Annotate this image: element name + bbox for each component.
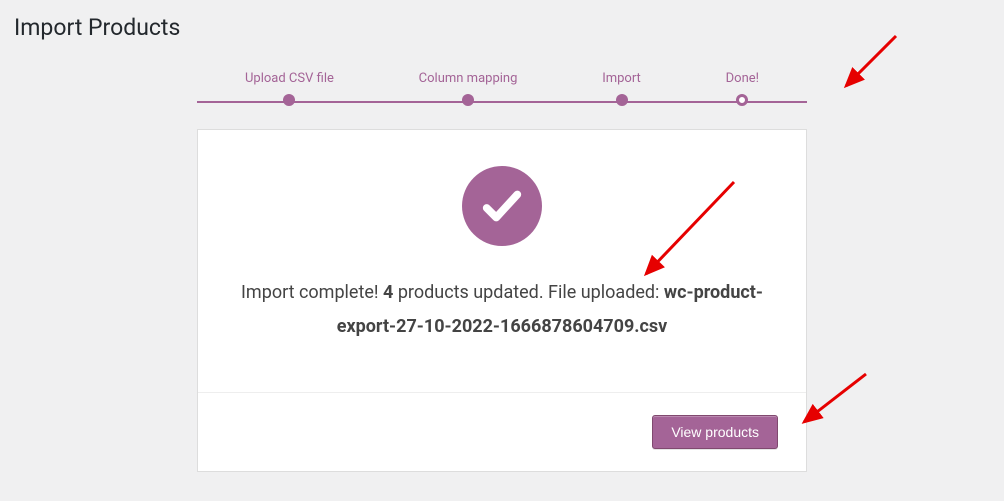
step-dot bbox=[462, 94, 474, 106]
card-footer: View products bbox=[198, 392, 806, 471]
step-dot bbox=[283, 94, 295, 106]
updated-count: 4 bbox=[383, 282, 393, 303]
step-label: Upload CSV file bbox=[245, 71, 334, 86]
step-done: Done! bbox=[726, 71, 759, 106]
card-body: Import complete! 4 products updated. Fil… bbox=[198, 130, 806, 392]
import-result-message: Import complete! 4 products updated. Fil… bbox=[228, 276, 776, 344]
message-prefix: Import complete! bbox=[241, 282, 383, 303]
step-label: Import bbox=[602, 71, 641, 86]
result-card: Import complete! 4 products updated. Fil… bbox=[197, 129, 807, 472]
step-dot bbox=[736, 94, 748, 106]
message-mid: products updated. File uploaded: bbox=[393, 282, 664, 303]
step-dot bbox=[616, 94, 628, 106]
step-import: Import bbox=[602, 71, 641, 106]
progress-bar: Upload CSV file Column mapping Import Do… bbox=[197, 71, 807, 107]
step-label: Done! bbox=[726, 71, 759, 86]
step-upload: Upload CSV file bbox=[245, 71, 334, 106]
view-products-button[interactable]: View products bbox=[652, 415, 778, 449]
import-wizard: Upload CSV file Column mapping Import Do… bbox=[197, 71, 807, 472]
step-mapping: Column mapping bbox=[419, 71, 518, 106]
page-title: Import Products bbox=[0, 0, 1004, 41]
step-label: Column mapping bbox=[419, 71, 518, 86]
checkmark-icon bbox=[462, 166, 542, 246]
